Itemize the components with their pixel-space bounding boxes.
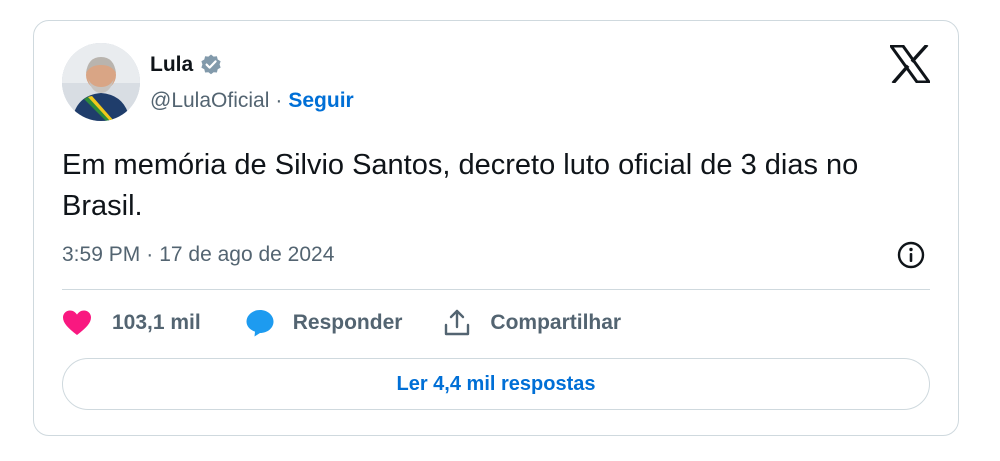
info-icon[interactable] [896,240,926,270]
read-replies-label: Ler 4,4 mil respostas [396,372,596,395]
action-bar: 103,1 mil Responder Compartilhar [62,305,621,341]
reply-button[interactable]: Responder [245,308,403,338]
chat-bubble-icon [245,308,275,338]
tweet-time: 3:59 PM [62,243,141,266]
read-replies-button[interactable]: Ler 4,4 mil respostas [62,358,930,410]
share-upload-icon [442,308,472,338]
heart-icon [62,309,92,337]
verified-badge-icon [199,53,223,77]
share-button[interactable]: Compartilhar [442,308,621,338]
divider [62,289,930,290]
author-name-row: Lula [150,53,223,77]
author-handle[interactable]: @LulaOficial [150,89,269,113]
like-button[interactable]: 103,1 mil [62,309,201,337]
likes-count: 103,1 mil [112,311,201,334]
reply-label: Responder [292,311,403,334]
x-logo-icon[interactable] [888,43,932,85]
avatar-photo [62,43,140,121]
timestamp-separator: · [146,243,154,266]
author-display-name[interactable]: Lula [150,53,193,77]
handle-separator: · [275,89,283,112]
tweet-timestamp[interactable]: 3:59 PM · 17 de ago de 2024 [62,243,334,267]
share-label: Compartilhar [490,311,622,334]
follow-button[interactable]: Seguir [288,89,353,113]
tweet-embed-card: Lula @LulaOficial · Seguir Em memória de… [33,20,959,436]
tweet-date: 17 de ago de 2024 [159,243,335,266]
tweet-text: Em memória de Silvio Santos, decreto lut… [62,149,859,222]
author-handle-row: @LulaOficial · Seguir [150,89,354,113]
avatar[interactable] [62,43,140,121]
